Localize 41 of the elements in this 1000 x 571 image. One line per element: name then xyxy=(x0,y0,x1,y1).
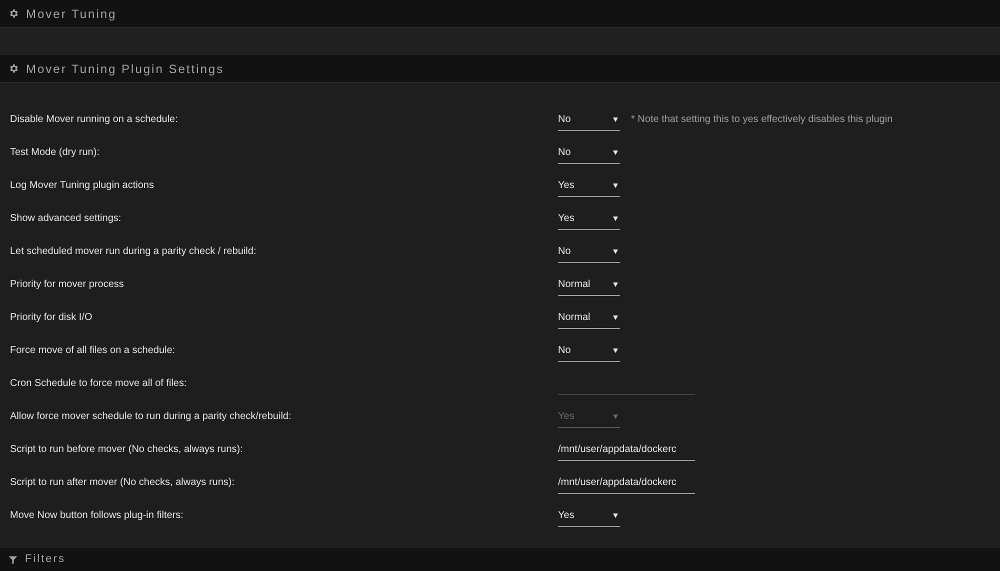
caret-icon xyxy=(613,150,618,154)
dropdown[interactable]: No xyxy=(558,142,620,164)
setting-label: Script to run after mover (No checks, always runs): xyxy=(9,476,236,490)
gear-icon xyxy=(8,63,19,74)
setting-label: Log Mover Tuning plugin actions xyxy=(9,179,155,193)
setting-label: Move Now button follows plug-in filters: xyxy=(9,509,184,523)
caret-icon xyxy=(613,182,618,188)
section-title: Mover Tuning Plugin Settings xyxy=(26,60,224,78)
note-text: * Note that setting this to yes effectively disables this plugin xyxy=(631,113,893,127)
setting-label: Cron Schedule to force move all of files: xyxy=(9,377,188,391)
setting-label: Priority for mover process xyxy=(9,278,125,292)
dropdown[interactable]: No xyxy=(558,340,620,362)
caret-icon xyxy=(613,216,618,220)
setting-label: Allow force mover schedule to run during a parity check/rebuild: xyxy=(9,410,292,424)
dropdown[interactable]: Yes xyxy=(558,504,620,526)
input-field[interactable]: /mnt/user/appdata/dockerc xyxy=(558,438,695,460)
caret-icon xyxy=(613,248,618,254)
filter-icon xyxy=(8,554,18,564)
setting-label: Show advanced settings: xyxy=(9,212,122,226)
setting-label: Script to run before mover (No checks, always runs): xyxy=(9,443,244,457)
dropdown[interactable]: Normal xyxy=(558,274,620,296)
caret-icon xyxy=(613,314,618,320)
setting-label: Let scheduled mover run during a parity check / rebuild: xyxy=(9,245,258,259)
caret-icon xyxy=(613,414,618,418)
section-title: Mover Tuning xyxy=(26,6,117,22)
dropdown[interactable]: No xyxy=(558,240,620,262)
caret-icon xyxy=(613,512,618,518)
caret-icon xyxy=(613,348,618,352)
setting-label: Force move of all files on a schedule: xyxy=(9,344,176,358)
setting-label: Disable Mover running on a schedule: xyxy=(9,113,179,127)
dropdown[interactable]: Yes xyxy=(558,208,620,230)
caret-icon xyxy=(613,282,618,286)
section-title: Filters xyxy=(25,552,66,568)
dropdown[interactable]: No xyxy=(558,108,620,130)
input-field[interactable]: /mnt/user/appdata/dockerc xyxy=(558,472,695,494)
gear-icon xyxy=(8,8,19,19)
setting-label: Test Mode (dry run): xyxy=(9,146,100,160)
dropdown[interactable]: Yes xyxy=(558,174,620,196)
caret-icon xyxy=(613,116,618,122)
setting-label: Priority for disk I/O xyxy=(9,311,94,325)
dropdown[interactable]: Normal xyxy=(558,306,620,328)
